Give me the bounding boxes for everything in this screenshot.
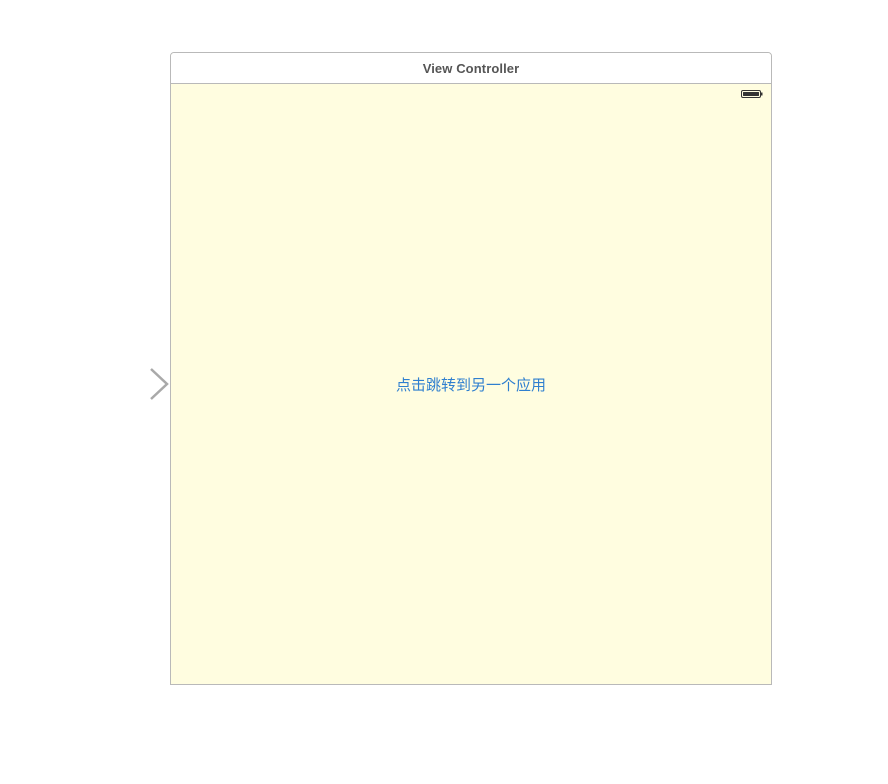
scene-title: View Controller	[422, 60, 520, 76]
scene-header[interactable]: View Controller	[171, 53, 771, 84]
battery-full-icon	[741, 90, 763, 98]
entry-point-arrow-icon[interactable]	[70, 366, 172, 402]
storyboard-canvas: View Controller 点击跳转到另一个应用	[0, 0, 888, 784]
open-other-app-button[interactable]: 点击跳转到另一个应用	[171, 374, 771, 395]
view-controller-scene[interactable]: View Controller 点击跳转到另一个应用	[170, 52, 772, 685]
scene-view[interactable]: 点击跳转到另一个应用	[171, 84, 771, 684]
